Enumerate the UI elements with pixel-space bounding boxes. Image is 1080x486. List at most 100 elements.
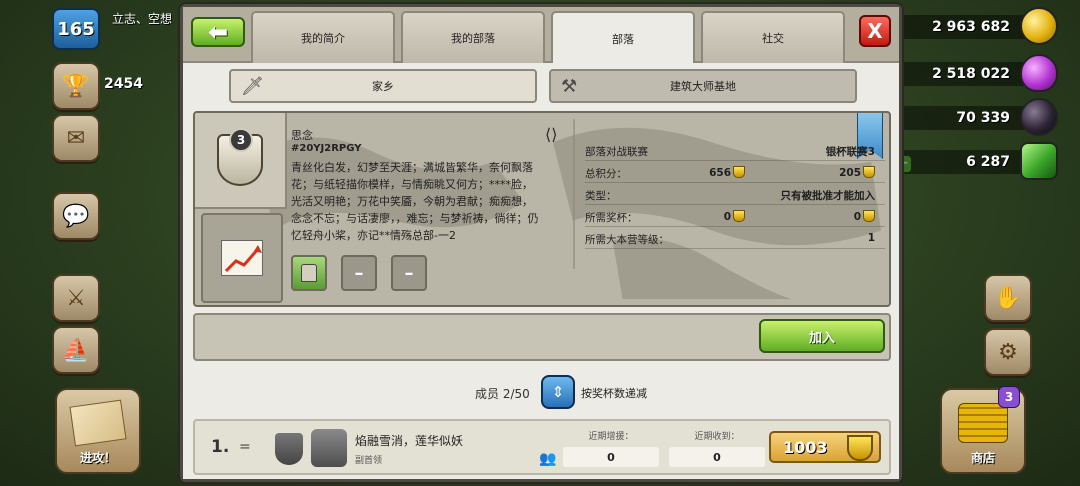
- friend-icon[interactable]: 👥: [539, 451, 556, 467]
- builder-boat-button[interactable]: ✋: [984, 274, 1032, 322]
- townhall-icon: [311, 429, 347, 467]
- rank-unchanged-icon: =: [239, 439, 251, 455]
- join-button[interactable]: 加入: [759, 319, 885, 353]
- clan-label-3[interactable]: –: [391, 255, 427, 291]
- shop-label: 商店: [970, 451, 995, 465]
- experience-level-badge[interactable]: 165: [52, 8, 100, 50]
- builder-base-label: 建筑大师基地: [670, 80, 736, 93]
- builder-base-toggle[interactable]: ⚒ 建筑大师基地: [549, 69, 857, 103]
- sort-label: 按奖杯数递减: [581, 387, 647, 400]
- gold-counter: 2 963 682: [900, 7, 1058, 45]
- stat-label: 类型：: [585, 190, 617, 202]
- shop-notification-badge: 3: [998, 386, 1020, 408]
- league-shield-icon: [275, 433, 303, 465]
- clan-level: 3: [229, 128, 253, 152]
- chat-icon: 💬: [62, 203, 90, 229]
- stat-required-townhall: 所需大本营等级： 1: [585, 229, 885, 249]
- attack-label: 进攻！: [79, 451, 116, 465]
- tab-label: 部落: [612, 33, 634, 46]
- clan-info-dialog: ⬅ 我的简介 我的部落 部落 社交 X 🗡 家乡 ⚒ 建筑大师基地 3 思念 #…: [180, 4, 902, 482]
- chart-trend-icon: [221, 240, 263, 276]
- sword-icon: 🗡: [241, 76, 264, 97]
- tab-clans[interactable]: 部落: [551, 11, 695, 65]
- stat-value-home: 656: [709, 166, 745, 179]
- mail-icon: ✉: [66, 125, 86, 151]
- hand-icon: ✋: [994, 285, 1022, 311]
- clan-description: 青丝化白发，幻梦至天涯；满城皆繁华，奈何飘落花；与纸轻描你模样，与情痴眺又何方；…: [291, 161, 539, 242]
- gear-icon: ⚙: [998, 339, 1018, 365]
- tab-social[interactable]: 社交: [701, 11, 845, 63]
- mail-button[interactable]: ✉: [52, 114, 100, 162]
- member-trophy-count: 1003: [783, 437, 828, 457]
- attack-button[interactable]: 进攻！: [55, 388, 141, 474]
- home-village-toggle[interactable]: 🗡 家乡: [229, 69, 537, 103]
- gem-counter: 6 287: [900, 142, 1058, 180]
- close-button[interactable]: X: [859, 15, 891, 47]
- stat-label: 部落对战联赛: [585, 146, 648, 158]
- stat-required-trophies: 所需奖杯： 0 0: [585, 207, 885, 227]
- sort-button[interactable]: ⇕: [541, 375, 575, 409]
- tab-my-clan[interactable]: 我的部落: [401, 11, 545, 63]
- dark-elixir-amount: 70 339: [956, 110, 1010, 126]
- back-button[interactable]: ⬅: [191, 17, 245, 47]
- stat-value: 银杯联赛3: [825, 146, 875, 158]
- trophy-icon: [863, 166, 875, 178]
- member-trophies: 1003: [769, 431, 881, 463]
- member-name: 焰融雪消，莲华似妖: [355, 434, 464, 448]
- clan-war-button[interactable]: ⚔: [52, 274, 100, 322]
- home-village-label: 家乡: [372, 80, 394, 93]
- elixir-counter: 2 518 022: [900, 54, 1058, 92]
- trophy-icon: [847, 435, 873, 461]
- trophy-icon: [863, 210, 875, 222]
- tab-label: 我的部落: [451, 32, 495, 45]
- donated-label: 近期增援：: [588, 432, 634, 442]
- stat-value: 只有被批准才能加入: [780, 190, 876, 202]
- stat-value-home: 0: [724, 210, 745, 223]
- dark-elixir-counter: 70 339: [900, 98, 1058, 136]
- tab-my-profile[interactable]: 我的简介: [251, 11, 395, 63]
- stats-divider: [573, 119, 575, 269]
- elixir-icon: [1020, 54, 1058, 92]
- clan-badge: 3: [217, 128, 263, 186]
- coins-hammer-icon: [958, 403, 1008, 443]
- member-rank: 1.: [211, 437, 230, 457]
- trophy-icon: 🏆: [62, 73, 90, 99]
- members-count: 成员 2/50: [475, 387, 530, 401]
- stat-label: 所需奖杯：: [585, 212, 638, 224]
- clan-info-panel: 3 思念 #20YJ2RPGY ⟨⟩ 青丝化白发，幻梦至天涯；满城皆繁华，奈何飘…: [193, 111, 891, 307]
- trophy-league-button[interactable]: 🏆: [52, 62, 100, 110]
- sort-arrows-icon: ⇕: [551, 383, 565, 401]
- arrow-left-icon: ⬅: [207, 18, 229, 46]
- stat-value-builder: 0: [854, 210, 875, 223]
- elixir-amount: 2 518 022: [932, 66, 1010, 82]
- war-log-button[interactable]: [201, 213, 283, 303]
- share-icon[interactable]: ⟨⟩: [545, 125, 557, 144]
- trophy-icon: [733, 166, 745, 178]
- gem-icon: [1020, 142, 1058, 180]
- dialog-body: 🗡 家乡 ⚒ 建筑大师基地 3 思念 #20YJ2RPGY ⟨⟩ 青丝化白发，幻…: [183, 63, 899, 479]
- tab-label: 我的简介: [301, 32, 345, 45]
- member-row[interactable]: 1. = 焰融雪消，莲华似妖 副首领 👥 近期增援： 0 近期收到： 0 100…: [193, 419, 891, 475]
- stat-value-builder: 205: [839, 166, 875, 179]
- gold-icon: [1020, 7, 1058, 45]
- dialog-header: ⬅ 我的简介 我的部落 部落 社交 X: [183, 7, 899, 65]
- stat-points: 总积分： 656 205: [585, 163, 885, 183]
- clan-label-2[interactable]: –: [341, 255, 377, 291]
- clan-label-1[interactable]: [291, 255, 327, 291]
- settings-button[interactable]: ⚙: [984, 328, 1032, 376]
- boat-button[interactable]: ⛵: [52, 326, 100, 374]
- received-label: 近期收到：: [694, 432, 740, 442]
- clan-tag: #20YJ2RPGY: [291, 143, 362, 154]
- trophy-icon: [733, 210, 745, 222]
- chat-button[interactable]: 💬: [52, 192, 100, 240]
- dark-elixir-icon: [1020, 98, 1058, 136]
- shop-button[interactable]: 3 商店: [940, 386, 1026, 474]
- stat-war-league: 部落对战联赛 银杯联赛3: [585, 141, 885, 161]
- action-bar: 加入: [193, 313, 891, 361]
- stat-value: 1: [867, 232, 875, 244]
- member-role: 副首领: [355, 456, 383, 466]
- received-value: 0: [669, 447, 765, 467]
- stat-label: 所需大本营等级：: [585, 234, 669, 246]
- clan-badge-box: 3: [195, 113, 287, 209]
- gem-amount: 6 287: [966, 154, 1010, 170]
